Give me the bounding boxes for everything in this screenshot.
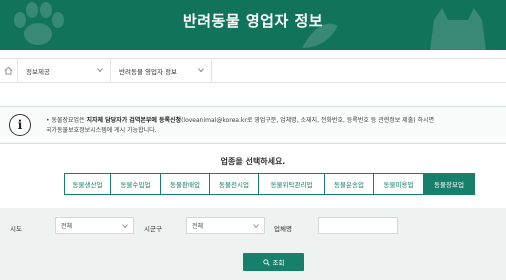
company-name-label: 업체명 xyxy=(274,225,292,233)
chevron-down-icon xyxy=(97,68,103,73)
tab-animal-funeral[interactable]: 동물장묘업 xyxy=(423,173,475,195)
breadcrumb: 정보제공 반려동물 영업자 정보 xyxy=(0,58,506,83)
notice-bold: 지자체 담당자가 검역본부에 등록신청 xyxy=(86,117,182,124)
business-type-tabs: 동물생산업 동물수입업 동물판매업 동물전시업 동물위탁관리업 동물운송업 동물… xyxy=(64,173,475,195)
sigungu-select-value: 전체 xyxy=(192,223,204,230)
search-icon xyxy=(262,258,270,266)
breadcrumb-home[interactable] xyxy=(0,59,18,82)
tab-animal-boarding[interactable]: 동물위탁관리업 xyxy=(258,173,324,195)
notice-suffix: (loveanimal@korea.kr로 영업구분, 업체명, 소재지, 전화… xyxy=(181,117,435,124)
tab-animal-import[interactable]: 동물수입업 xyxy=(110,173,160,195)
notice-line2: 국가동물보호정보시스템에 게시 가능합니다. xyxy=(46,127,157,134)
filter-panel: 시도 전체 시군구 전체 업체명 조회 xyxy=(0,208,506,280)
chevron-down-icon xyxy=(122,224,128,229)
breadcrumb-label: 반려동물 영업자 정보 xyxy=(119,67,177,76)
tab-animal-grooming[interactable]: 동물미용업 xyxy=(373,173,423,195)
tab-animal-exhibition[interactable]: 동물전시업 xyxy=(209,173,258,195)
chevron-down-icon xyxy=(253,224,259,229)
tab-animal-production[interactable]: 동물생산업 xyxy=(64,173,110,195)
breadcrumb-item-info[interactable]: 정보제공 xyxy=(18,59,111,82)
business-type-title: 업종을 선택하세요. xyxy=(220,157,286,166)
home-icon xyxy=(4,66,13,75)
notice-text: • 동물장묘업은 지자체 담당자가 검역본부에 등록신청(loveanimal@… xyxy=(46,116,496,136)
info-icon: i xyxy=(9,114,31,136)
tab-animal-sales[interactable]: 동물판매업 xyxy=(160,173,209,195)
breadcrumb-item-business-info[interactable]: 반려동물 영업자 정보 xyxy=(111,59,212,82)
page-banner: 반려동물 영업자 정보 xyxy=(0,0,506,50)
search-button[interactable]: 조회 xyxy=(243,253,304,271)
tab-animal-transport[interactable]: 동물운송업 xyxy=(324,173,373,195)
chevron-down-icon xyxy=(198,68,204,73)
breadcrumb-label: 정보제공 xyxy=(26,67,50,76)
sigungu-label: 시군구 xyxy=(144,225,162,233)
notice-prefix: • 동물장묘업은 xyxy=(46,117,87,124)
sido-select[interactable]: 전체 xyxy=(55,217,134,234)
search-button-label: 조회 xyxy=(272,259,285,267)
notice-box: i • 동물장묘업은 지자체 담당자가 검역본부에 등록신청(loveanima… xyxy=(0,106,506,144)
sido-label: 시도 xyxy=(10,225,22,233)
sigungu-select[interactable]: 전체 xyxy=(186,217,265,234)
company-name-input[interactable] xyxy=(318,217,398,234)
page-title: 반려동물 영업자 정보 xyxy=(182,12,324,30)
sido-select-value: 전체 xyxy=(61,223,73,230)
